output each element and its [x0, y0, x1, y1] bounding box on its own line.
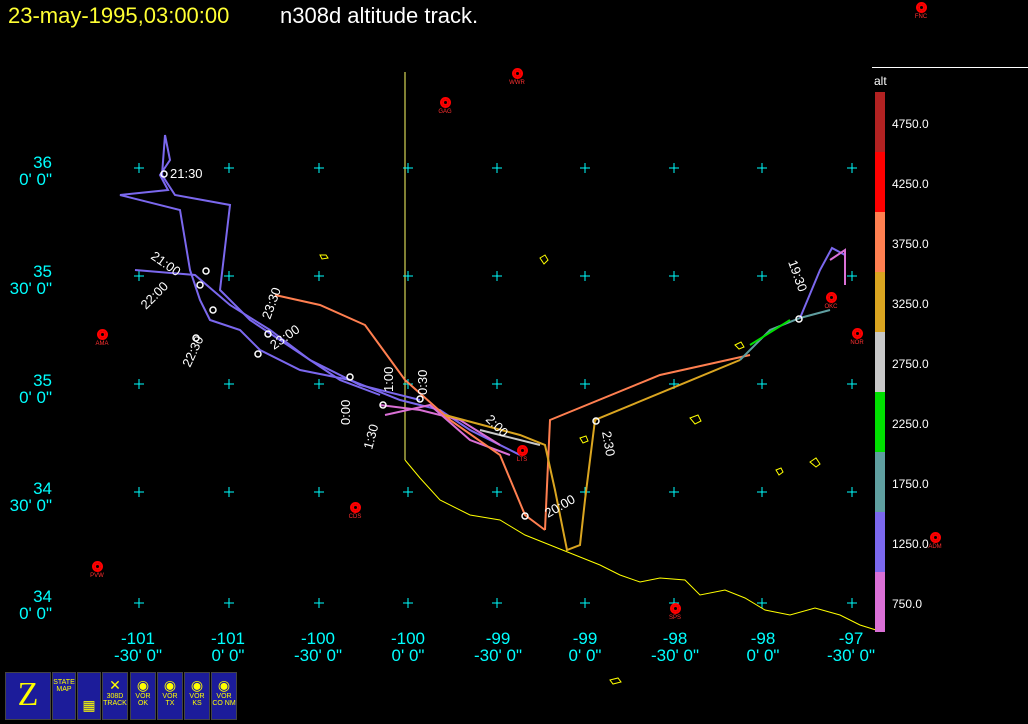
legend-color-swatch — [875, 452, 885, 512]
legend-value-label: 2750.0 — [892, 357, 929, 371]
logo-button[interactable]: Z — [5, 672, 51, 720]
legend-value-label: 2250.0 — [892, 417, 929, 431]
aircraft-icon: ✕ — [109, 677, 121, 693]
time-label: 0:30 — [415, 370, 430, 395]
station-marker-icon — [511, 68, 523, 79]
vor-tx-button[interactable]: ◉ VOR TX — [157, 672, 183, 720]
legend-color-swatch — [875, 572, 885, 632]
lon-label: -100 -30' 0" — [293, 629, 343, 665]
station-nor[interactable]: NOR — [842, 328, 872, 346]
vor-ks-label: VOR KS — [189, 693, 205, 707]
station-lts[interactable]: LTS — [507, 445, 537, 463]
station-pvw[interactable]: PVW — [82, 561, 112, 579]
legend-value-label: 3250.0 — [892, 297, 929, 311]
vor-conm-label: VOR CO NM — [212, 693, 236, 707]
lon-label: -100 0' 0" — [390, 629, 426, 665]
lon-label: -98 -30' 0" — [650, 629, 700, 665]
vor-icon: ◉ — [136, 677, 150, 693]
station-gag[interactable]: GAG — [430, 97, 460, 115]
legend-color-swatch — [875, 152, 885, 212]
altitude-colorbar — [875, 92, 885, 632]
vor-conm-button[interactable]: ◉ VOR CO NM — [211, 672, 237, 720]
lon-label: -98 0' 0" — [746, 629, 780, 665]
track-button[interactable]: ✕ 308D TRACK — [102, 672, 128, 720]
legend-color-swatch — [875, 272, 885, 332]
vor-ok-label: VOR OK — [135, 693, 151, 707]
legend-value-label: 3750.0 — [892, 237, 929, 251]
legend-color-swatch — [875, 512, 885, 572]
state-map-label: STATE MAP — [53, 679, 75, 693]
legend-color-swatch — [875, 392, 885, 452]
time-label: 21:30 — [170, 166, 203, 181]
vor-icon: ◉ — [190, 677, 204, 693]
time-label: 1:30 — [360, 422, 381, 450]
time-label: 1:00 — [381, 367, 396, 392]
station-fnc[interactable]: FNC — [906, 2, 936, 20]
lat-label-34-30: 34 30' 0" — [9, 479, 52, 515]
lat-label-35-30: 35 30' 0" — [9, 262, 52, 298]
legend-color-swatch — [875, 332, 885, 392]
station-marker-icon — [91, 561, 103, 572]
station-marker-icon — [516, 445, 528, 456]
state-border-line — [404, 459, 877, 631]
legend-value-label: 4250.0 — [892, 177, 929, 191]
lon-label: -101 0' 0" — [210, 629, 246, 665]
track-segment-low — [119, 134, 521, 456]
time-label: 22:00 — [138, 279, 172, 313]
station-marker-icon — [929, 532, 941, 543]
legend-value-label: 1250.0 — [892, 537, 929, 551]
lon-label: -101 -30' 0" — [113, 629, 163, 665]
time-label: 23:00 — [267, 322, 302, 353]
lon-label: -99 0' 0" — [568, 629, 602, 665]
vor-icon: ◉ — [217, 677, 231, 693]
time-label: 0:00 — [338, 400, 353, 425]
station-marker-icon — [96, 329, 108, 340]
vor-tx-label: VOR TX — [162, 693, 178, 707]
vor-ok-button[interactable]: ◉ VOR OK — [130, 672, 156, 720]
station-cds[interactable]: CDS — [340, 502, 370, 520]
grid-button[interactable]: ▦ — [77, 672, 101, 720]
station-marker-icon — [349, 502, 361, 513]
legend-color-swatch — [875, 212, 885, 272]
legend-divider — [872, 67, 1028, 68]
time-label: 22:30 — [179, 333, 206, 369]
vor-icon: ◉ — [163, 677, 177, 693]
station-okc[interactable]: OKC — [816, 292, 846, 310]
station-marker-icon — [825, 292, 837, 303]
legend-value-label: 750.0 — [892, 597, 923, 611]
legend-color-swatch — [875, 92, 885, 152]
time-label: 23:30 — [259, 285, 284, 321]
time-label: 2:00 — [483, 412, 512, 441]
grid-icon: ▦ — [82, 697, 96, 713]
lat-label-36-0: 36 0' 0" — [19, 153, 52, 189]
station-marker-icon — [669, 603, 681, 614]
station-wwr[interactable]: WWR — [502, 68, 532, 86]
z-logo-icon: Z — [17, 676, 39, 713]
time-label: 2:30 — [599, 430, 618, 458]
lat-label-34-0: 34 0' 0" — [19, 587, 52, 623]
lon-label: -99 -30' 0" — [473, 629, 523, 665]
vor-ks-button[interactable]: ◉ VOR KS — [184, 672, 210, 720]
legend-value-label: 1750.0 — [892, 477, 929, 491]
legend-title: alt — [874, 74, 887, 88]
station-marker-icon — [915, 2, 927, 13]
track-label: 308D TRACK — [103, 693, 127, 707]
state-map-button[interactable]: STATE MAP — [52, 672, 76, 720]
lon-label: -97 -30' 0" — [826, 629, 876, 665]
station-sps[interactable]: SPS — [660, 603, 690, 621]
station-marker-icon — [851, 328, 863, 339]
time-label: 19:30 — [785, 258, 810, 294]
station-ama[interactable]: AMA — [87, 329, 117, 347]
legend-value-label: 4750.0 — [892, 117, 929, 131]
lat-label-35-0: 35 0' 0" — [19, 371, 52, 407]
station-marker-icon — [439, 97, 451, 108]
map-canvas[interactable]: 21:30 21:00 22:00 22:30 23:00 23:30 0:00… — [0, 0, 1028, 724]
